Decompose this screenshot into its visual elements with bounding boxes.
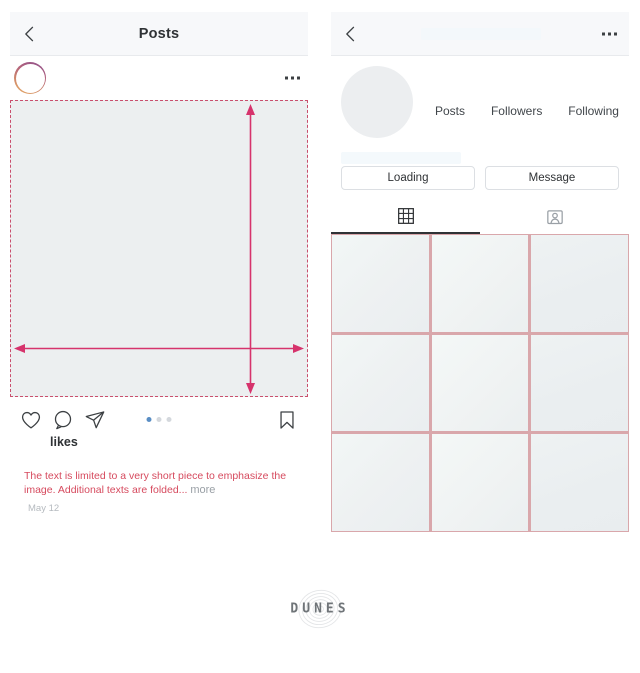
story-ring-avatar[interactable]: [14, 62, 46, 94]
caption-text: The text is limited to a very short piec…: [24, 470, 287, 496]
bookmark-icon[interactable]: [276, 409, 298, 431]
bio-placeholder-bar: [341, 152, 461, 164]
likes-count: likes: [50, 435, 78, 449]
tab-grid[interactable]: [331, 200, 480, 234]
stat-following[interactable]: Following: [568, 104, 619, 118]
footer-brand: DUNES: [0, 585, 640, 633]
overflow-dots-icon[interactable]: [285, 76, 300, 80]
profile-post-grid: [331, 234, 629, 533]
message-button[interactable]: Message: [485, 166, 619, 190]
grid-cell[interactable]: [332, 434, 429, 532]
loading-button[interactable]: Loading: [341, 166, 475, 190]
post-topbar: Posts: [10, 12, 308, 56]
chevron-left-icon[interactable]: [341, 24, 361, 44]
post-detail-panel: Posts likes The text is limited to a ver…: [10, 12, 308, 514]
overflow-dots-icon[interactable]: [602, 32, 617, 35]
grid-cell[interactable]: [431, 235, 529, 332]
profile-avatar[interactable]: [341, 66, 413, 138]
carousel-dots: [146, 417, 172, 422]
post-header: [10, 56, 308, 100]
post-media[interactable]: [10, 100, 308, 397]
grid-cell[interactable]: [531, 434, 629, 532]
profile-tabs: [331, 200, 629, 234]
username-placeholder-bar: [421, 28, 541, 40]
carousel-dot: [156, 417, 162, 422]
post-caption: The text is limited to a very short piec…: [10, 449, 308, 497]
profile-stats: Posts Followers Following: [435, 104, 625, 118]
grid-cell[interactable]: [332, 235, 429, 332]
grid-icon: [397, 208, 414, 224]
post-action-bar: [10, 403, 308, 437]
stat-posts[interactable]: Posts: [435, 104, 465, 118]
grid-cell[interactable]: [431, 434, 529, 532]
width-measure-arrow: [14, 343, 304, 353]
page-title: Posts: [138, 25, 180, 42]
brand-wordmark: DUNES: [290, 601, 350, 617]
carousel-dot: [146, 417, 152, 422]
carousel-dot: [166, 417, 172, 422]
profile-header: Posts Followers Following: [331, 56, 629, 164]
comment-bubble-icon[interactable]: [52, 409, 74, 431]
grid-cell[interactable]: [531, 334, 629, 432]
paper-plane-icon[interactable]: [84, 409, 106, 431]
stat-followers[interactable]: Followers: [491, 104, 542, 118]
grid-cell[interactable]: [431, 334, 529, 432]
caption-more-link[interactable]: more: [190, 484, 215, 496]
tab-tagged[interactable]: [480, 200, 629, 234]
profile-panel: Posts Followers Following Loading Messag…: [331, 12, 629, 533]
post-date: May 12: [28, 503, 60, 514]
tagged-person-icon: [546, 210, 563, 225]
grid-cell[interactable]: [332, 334, 429, 432]
profile-topbar: [331, 12, 629, 56]
profile-button-row: Loading Message: [331, 166, 629, 190]
grid-cell[interactable]: [531, 235, 629, 332]
heart-icon[interactable]: [20, 409, 42, 431]
